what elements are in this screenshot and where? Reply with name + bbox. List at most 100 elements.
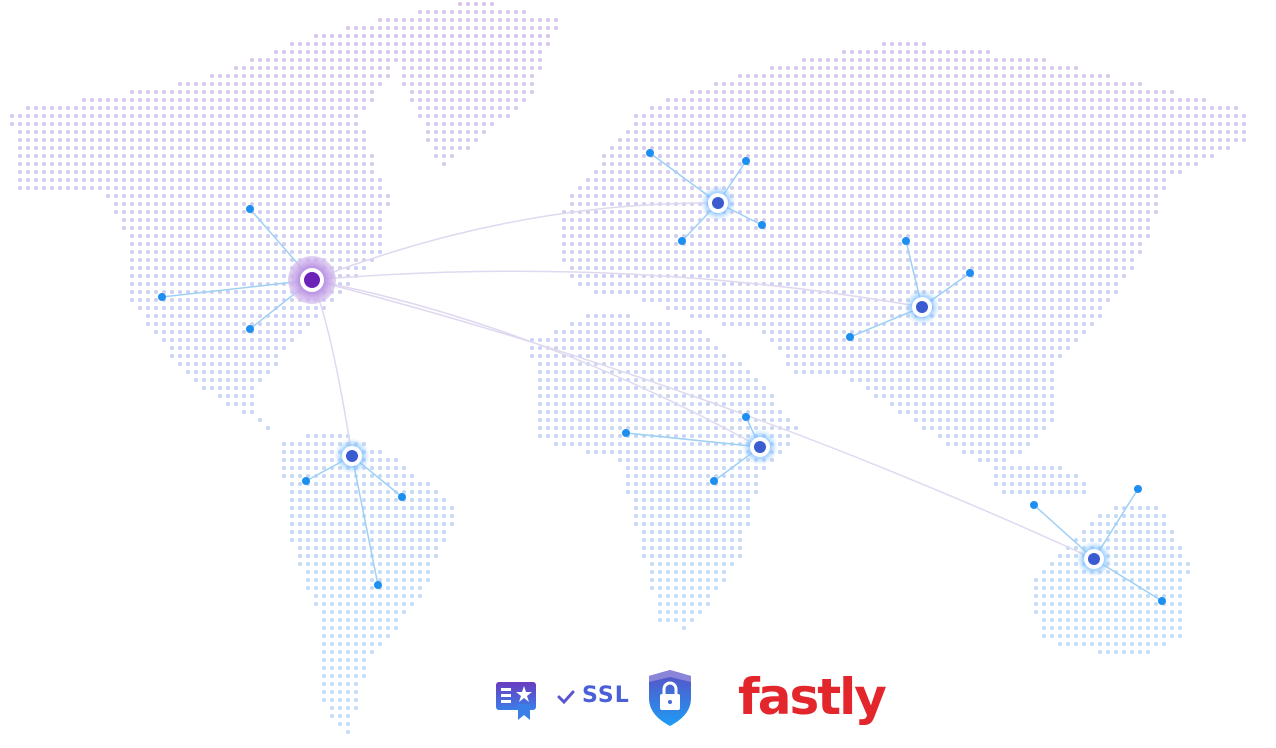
map-dot [946,242,950,246]
map-dot [466,50,470,54]
map-dot [570,202,574,206]
map-dot [978,98,982,102]
map-dot [850,226,854,230]
map-dot [954,170,958,174]
map-dot [722,298,726,302]
map-dot [914,370,918,374]
map-dot [986,346,990,350]
map-dot [242,266,246,270]
map-dot [450,34,454,38]
map-dot [842,274,846,278]
map-dot [1146,186,1150,190]
map-dot [234,66,238,70]
map-dot [738,154,742,158]
map-dot [674,130,678,134]
map-dot [346,282,350,286]
map-dot [842,250,846,254]
map-dot [186,242,190,246]
map-dot [1010,66,1014,70]
map-dot [890,338,894,342]
map-dot [226,322,230,326]
map-dot [370,450,374,454]
map-dot [946,290,950,294]
map-dot [1162,146,1166,150]
map-dot [642,162,646,166]
map-dot [586,218,590,222]
map-dot [1114,234,1118,238]
map-dot [474,122,478,126]
map-dot [210,354,214,358]
map-dot [730,226,734,230]
map-dot [554,378,558,382]
map-dot [1074,234,1078,238]
map-dot [1034,90,1038,94]
map-dot [642,442,646,446]
map-dot [1114,210,1118,214]
map-dot [458,82,462,86]
map-dot [922,242,926,246]
map-dot [362,138,366,142]
map-dot [162,170,166,174]
map-dot [370,466,374,470]
map-dot [858,290,862,294]
map-dot [498,66,502,70]
map-dot [546,370,550,374]
map-dot [874,338,878,342]
map-dot [634,426,638,430]
map-dot [714,98,718,102]
map-dot [802,146,806,150]
map-dot [770,410,774,414]
map-dot [602,418,606,422]
map-dot [618,314,622,318]
map-dot [506,106,510,110]
map-dot [146,114,150,118]
map-dot [170,250,174,254]
map-dot [282,66,286,70]
map-dot [834,338,838,342]
map-dot [874,106,878,110]
map-dot [578,426,582,430]
map-dot [594,202,598,206]
map-dot [1066,474,1070,478]
map-dot [698,98,702,102]
map-dot [330,482,334,486]
map-dot [842,266,846,270]
map-dot [850,114,854,118]
map-dot [122,170,126,174]
map-dot [1122,266,1126,270]
map-dot [698,298,702,302]
map-dot [210,370,214,374]
map-dot [890,282,894,286]
map-dot [698,154,702,158]
map-dot [618,386,622,390]
map-dot [1018,218,1022,222]
map-dot [626,194,630,198]
map-dot [1146,114,1150,118]
map-dot [1130,130,1134,134]
map-dot [58,146,62,150]
map-dot [1090,322,1094,326]
map-dot [250,266,254,270]
map-dot [322,66,326,70]
map-dot [850,258,854,262]
map-dot [458,114,462,118]
map-dot [1058,322,1062,326]
map-dot [1018,394,1022,398]
map-dot [970,50,974,54]
map-dot [618,426,622,430]
map-dot [530,50,534,54]
map-dot [1010,402,1014,406]
map-dot [938,330,942,334]
map-dot [906,74,910,78]
map-dot [538,18,542,22]
map-dot [210,162,214,166]
map-dot [794,130,798,134]
map-dot [258,138,262,142]
map-dot [586,354,590,358]
map-dot [10,114,14,118]
map-dot [666,226,670,230]
map-dot [18,170,22,174]
map-dot [146,146,150,150]
map-dot [426,122,430,126]
map-dot [634,266,638,270]
